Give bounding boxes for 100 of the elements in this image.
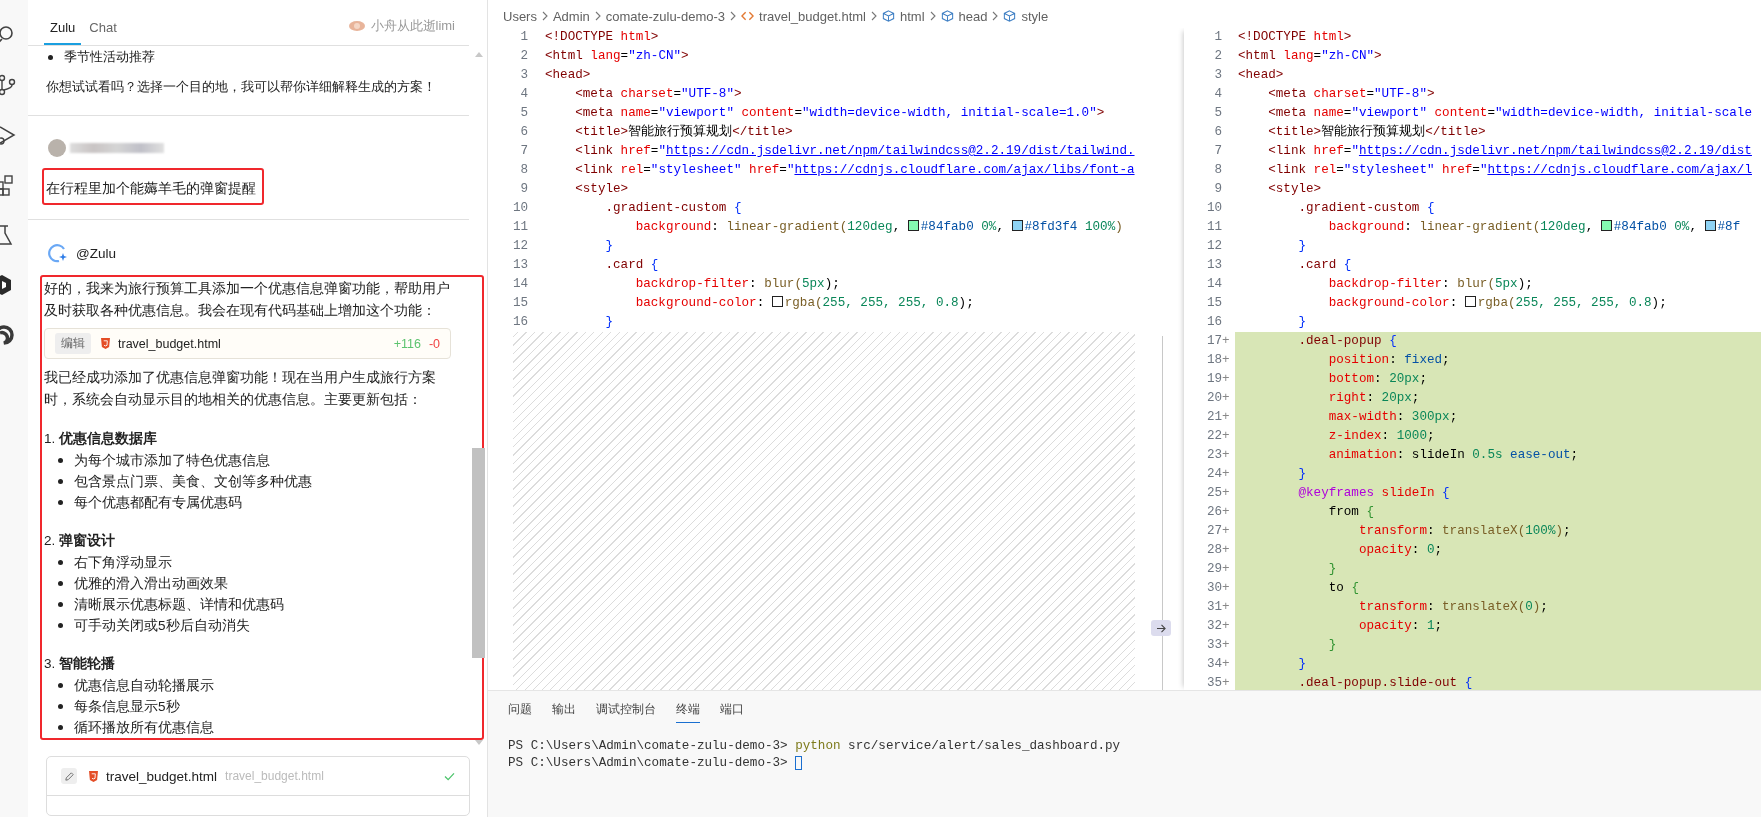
line-number: 2 <box>1213 48 1222 65</box>
panel-tab[interactable]: 输出 <box>552 699 576 723</box>
line-number: 31 <box>1205 599 1222 616</box>
code-line: <link rel="stylesheet" href="https://cdnjs.cloudflare.com/ajax/l <box>1267 162 1753 179</box>
added-sign: + <box>1222 448 1230 462</box>
breadcrumb-item[interactable]: head <box>958 8 988 24</box>
edit-button[interactable] <box>61 768 77 784</box>
added-sign: + <box>1222 676 1230 690</box>
list-item: 清晰展示优惠标题、详情和优惠码 <box>74 595 284 614</box>
message-text: 你想试试看吗？选择一个目的地，我可以帮你详细解释生成的方案！ <box>46 78 437 96</box>
added-sign: + <box>1222 372 1230 386</box>
panel-tab[interactable]: Chat <box>83 20 123 45</box>
revert-button[interactable] <box>1151 620 1171 636</box>
added-sign: + <box>1222 334 1230 348</box>
added-sign: + <box>1222 391 1230 405</box>
added-sign: + <box>1222 600 1230 614</box>
list-item: 优惠信息自动轮播展示 <box>74 676 214 695</box>
line-number: 7 <box>1213 143 1222 160</box>
breadcrumb-item[interactable]: comate-zulu-demo-3 <box>605 8 726 24</box>
scrollbar-thumb[interactable] <box>472 448 485 658</box>
message-text: 我已经成功添加了优惠信息弹窗功能！现在当用户生成旅行方案时，系统会自动显示目的地相关的优惠信息。主要更新包括： <box>44 369 437 409</box>
line-number: 2 <box>519 48 528 65</box>
bullet-icon <box>58 581 63 586</box>
message-text: 好的，我来为旅行预算工具添加一个优惠信息弹窗功能，帮助用户及时获取各种优惠信息。我会在现有代码基础上增加这个功能： <box>44 280 451 320</box>
line-number: 10 <box>511 200 528 217</box>
breadcrumb-item[interactable]: travel_budget.html <box>759 8 866 24</box>
line-number: 27 <box>1205 523 1222 540</box>
cube-icon <box>1003 10 1017 22</box>
user-name: 小舟从此逝limi <box>370 17 455 35</box>
section-heading: 1. 优惠信息数据库 <box>44 430 158 448</box>
code-line: backdrop-filter: blur(5px); <box>634 276 840 293</box>
line-number: 21 <box>1205 409 1222 426</box>
code-line: .gradient-custom { <box>604 200 742 217</box>
panel-tab[interactable]: Zulu <box>44 20 82 45</box>
line-number: 13 <box>1205 257 1222 274</box>
added-sign: + <box>1222 353 1230 367</box>
arrow-icon <box>1155 623 1167 633</box>
line-number: 7 <box>519 143 528 160</box>
line-number: 25 <box>1205 485 1222 502</box>
pencil-icon <box>63 770 75 782</box>
line-number: 15 <box>511 295 528 312</box>
added-sign: + <box>1222 543 1230 557</box>
html-file-icon <box>101 338 110 349</box>
line-number: 12 <box>1205 238 1222 255</box>
terminal-line: PS C:\Users\Admin\comate-zulu-demo-3> <box>508 755 789 770</box>
added-count: +116 <box>393 336 421 351</box>
code-line: <meta charset="UTF-8"> <box>574 86 742 103</box>
line-number: 16 <box>511 314 528 331</box>
removed-count: -0 <box>428 336 440 351</box>
edit-tag: 编辑 <box>55 333 91 354</box>
line-number: 20 <box>1205 390 1222 407</box>
html-file-icon <box>89 770 98 782</box>
user-message: 在行程里加个能薅羊毛的弹窗提醒 <box>42 168 264 205</box>
list-item: 可手动关闭或5秒后自动消失 <box>74 616 250 635</box>
code-line: background: linear-gradient(120deg, #84fab0 0%, #8f <box>1327 219 1742 236</box>
line-number: 4 <box>1213 86 1222 103</box>
line-number: 13 <box>511 257 528 274</box>
line-number: 30 <box>1205 580 1222 597</box>
line-number: 16 <box>1205 314 1222 331</box>
file-name[interactable]: travel_budget.html <box>106 768 218 784</box>
breadcrumb-item[interactable]: html <box>900 8 925 24</box>
line-number: 1 <box>519 29 528 46</box>
added-sign: + <box>1222 524 1230 538</box>
line-number: 5 <box>1213 105 1222 122</box>
breadcrumb-item[interactable]: Users <box>503 8 537 24</box>
panel-tab[interactable]: 问题 <box>508 699 532 723</box>
panel-tab[interactable]: 端口 <box>720 699 744 723</box>
panel-tab[interactable]: 调试控制台 <box>596 699 656 723</box>
chevron-icon <box>929 11 936 21</box>
list-item: 为每个城市添加了特色优惠信息 <box>74 451 270 470</box>
bullet-icon <box>58 623 63 628</box>
line-number: 23 <box>1205 447 1222 464</box>
list-item: 优雅的滑入滑出动画效果 <box>74 574 228 593</box>
added-sign: + <box>1222 638 1230 652</box>
chevron-icon <box>541 11 548 21</box>
bullet-icon <box>58 683 63 688</box>
code-file-icon <box>741 10 755 22</box>
line-number: 3 <box>1213 67 1222 84</box>
line-number: 10 <box>1205 200 1222 217</box>
added-sign: + <box>1222 429 1230 443</box>
line-number: 15 <box>1205 295 1222 312</box>
breadcrumb-item[interactable]: Admin <box>552 8 590 24</box>
edit-card[interactable]: 编辑 travel_budget.html +116 -0 <box>44 328 451 359</box>
list-item: 循环播放所有优惠信息 <box>74 718 214 737</box>
panel-tab[interactable]: 终端 <box>676 699 700 723</box>
line-number: 11 <box>1205 219 1222 236</box>
code-line: <meta name="viewport" content="width=device-width, initial-scale <box>1267 105 1753 122</box>
line-number: 26 <box>1205 504 1222 521</box>
line-number: 6 <box>519 124 528 141</box>
code-line: } <box>604 238 614 255</box>
line-number: 11 <box>511 219 528 236</box>
chevron-icon <box>992 11 999 21</box>
code-line: .card { <box>1297 257 1353 274</box>
line-number: 24 <box>1205 466 1222 483</box>
code-line: <style> <box>574 181 629 198</box>
code-line: background-color: rgba(255, 255, 255, 0.8); <box>1327 295 1668 312</box>
assistant-name: @Zulu <box>76 245 116 261</box>
code-line: <!DOCTYPE html> <box>1237 29 1353 46</box>
added-sign: + <box>1222 581 1230 595</box>
breadcrumb-item[interactable]: style <box>1021 8 1049 24</box>
